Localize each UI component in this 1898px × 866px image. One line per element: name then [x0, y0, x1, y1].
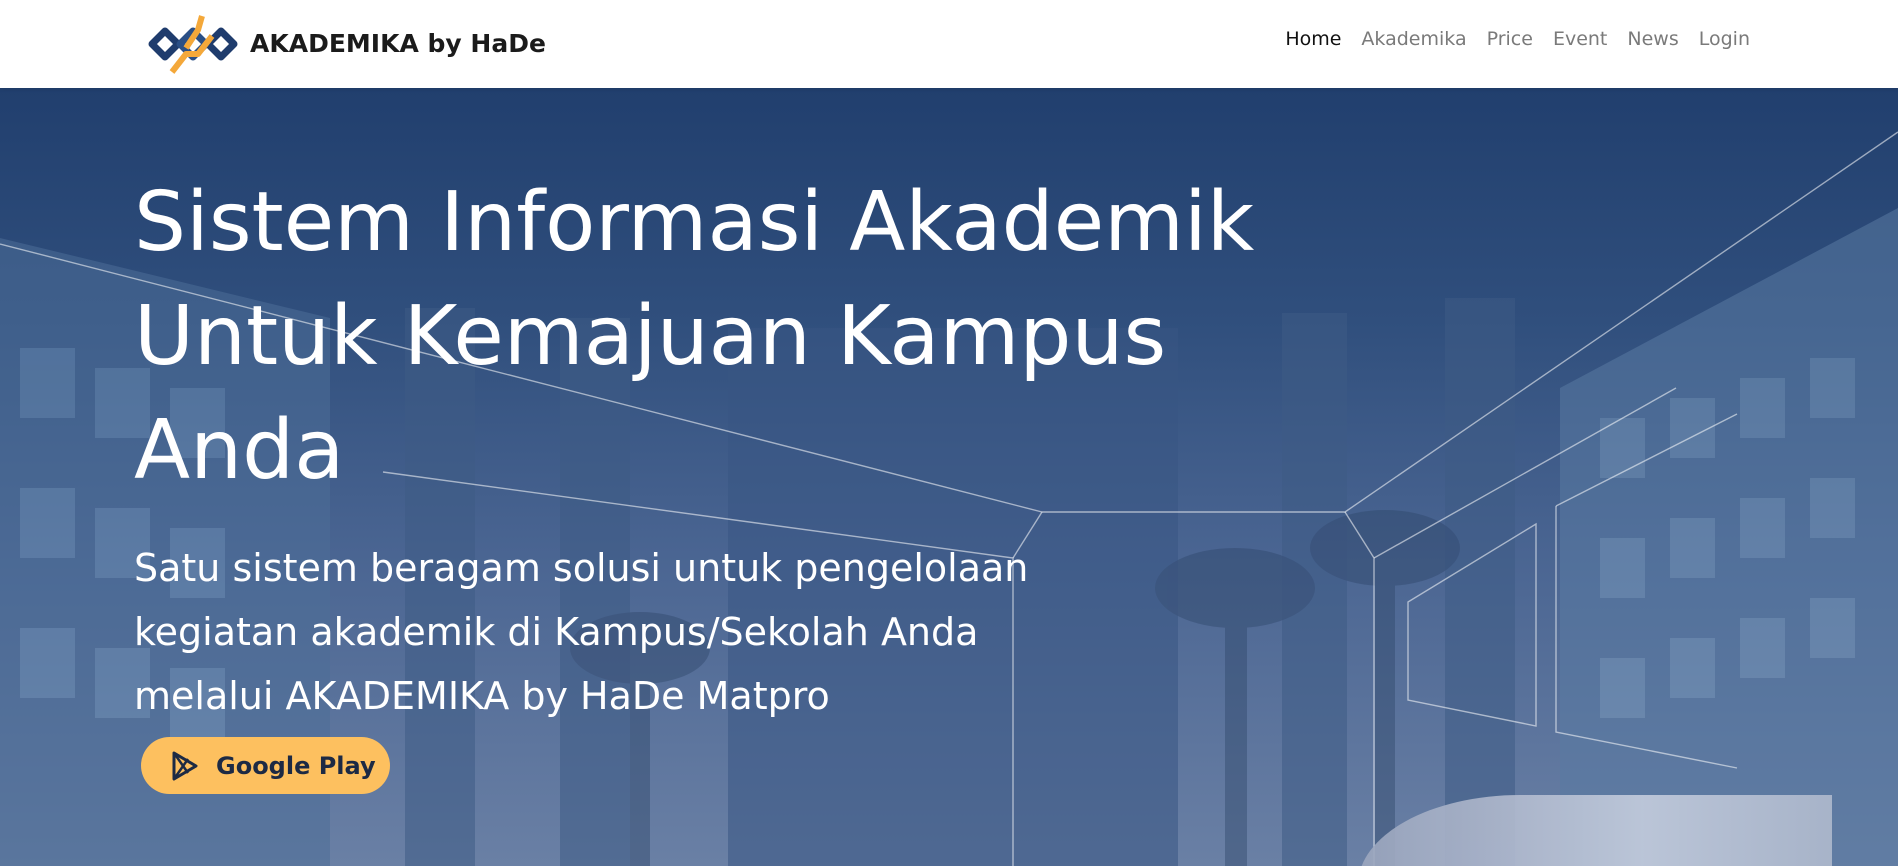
google-play-icon: [172, 751, 198, 780]
nav-news[interactable]: News: [1627, 28, 1678, 50]
nav-event[interactable]: Event: [1553, 28, 1607, 50]
nav-login[interactable]: Login: [1699, 28, 1750, 50]
brand-name: AKADEMIKA by HaDe: [250, 28, 546, 58]
akademika-logo-icon: [148, 15, 238, 74]
hero-section: Sistem Informasi Akademik Untuk Kemajuan…: [0, 88, 1898, 866]
navbar: AKADEMIKA by HaDe Home Akademika Price E…: [0, 0, 1898, 88]
brand[interactable]: AKADEMIKA by HaDe: [138, 8, 546, 78]
nav-akademika[interactable]: Akademika: [1361, 28, 1466, 50]
main-nav: Home Akademika Price Event News Login: [1265, 28, 1750, 50]
hero-subtitle: Satu sistem beragam solusi untuk pengelo…: [134, 546, 1029, 718]
hero-title: Sistem Informasi Akademik Untuk Kemajuan…: [134, 175, 1255, 498]
google-play-label: Google Play: [216, 751, 376, 780]
nav-price[interactable]: Price: [1487, 28, 1533, 50]
google-play-button[interactable]: Google Play: [141, 737, 390, 794]
nav-home[interactable]: Home: [1285, 28, 1341, 50]
